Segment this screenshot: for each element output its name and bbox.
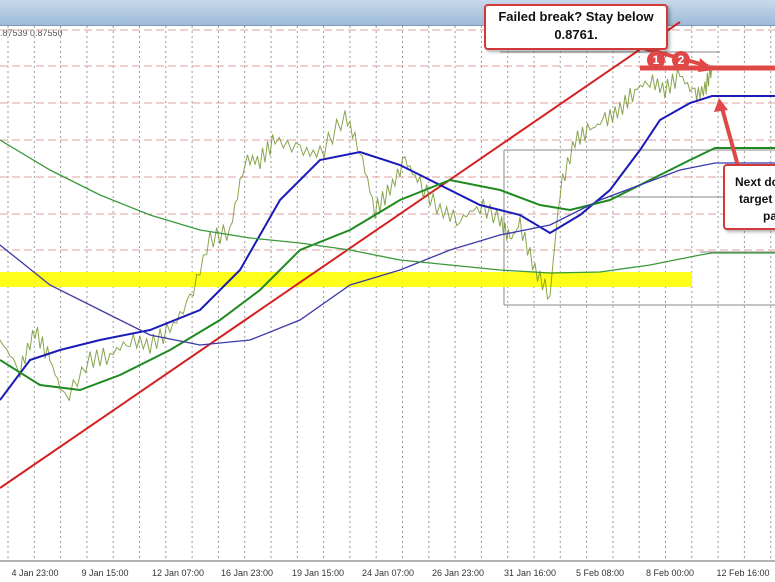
x-tick-label: 4 Jan 23:00 [11,568,59,578]
x-tick-label: 5 Feb 08:00 [575,568,625,578]
callout-line: Failed break? Stay below [498,9,654,24]
trendline [0,21,681,489]
callout-line: Next do [735,175,775,189]
price-chart [0,21,775,562]
moving-average-line [0,95,775,401]
price-series [0,64,713,402]
x-tick-label: 26 Jan 23:00 [431,568,485,578]
callout-line: 0.8761. [554,27,598,42]
failed-break-callout: Failed break? Stay below 0.8761. [484,4,668,50]
x-tick-label: 12 Feb 16:00 [716,568,770,578]
next-target-callout: Next do target pa [723,164,775,230]
x-tick-label: 19 Jan 15:00 [291,568,345,578]
moving-average-line [0,162,775,346]
moving-average-line [0,147,775,392]
x-tick-label: 8 Feb 00:00 [645,568,695,578]
callout-arrow [720,107,740,167]
arrowhead [714,98,728,112]
support-zone [0,272,692,287]
x-tick-label: 31 Jan 16:00 [503,568,557,578]
marker-1-badge: 1 [647,51,665,69]
x-tick-label: 9 Jan 15:00 [81,568,129,578]
callout-line: target [739,192,773,206]
callout-line: pa [763,209,775,223]
x-tick-label: 24 Jan 07:00 [361,568,415,578]
x-tick-label: 12 Jan 07:00 [151,568,205,578]
marker-2-badge: 2 [672,51,690,69]
x-tick-label: 16 Jan 23:00 [220,568,274,578]
